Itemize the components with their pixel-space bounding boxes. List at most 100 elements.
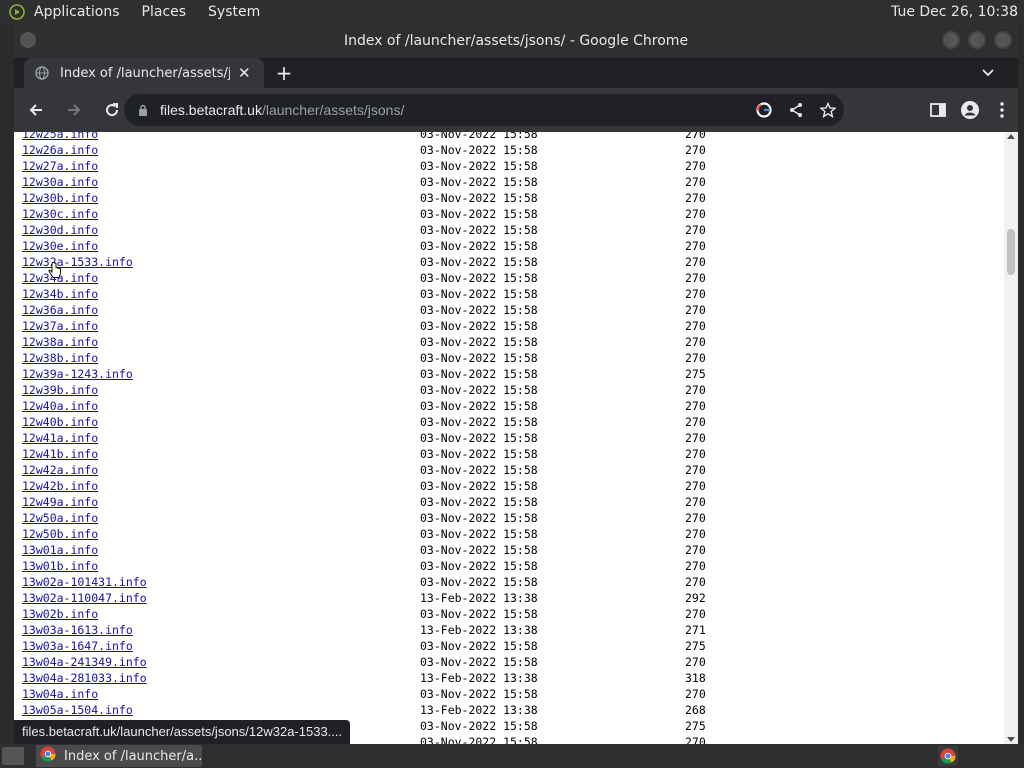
file-date: 03-Nov-2022 15:58 [420,159,538,173]
file-link[interactable]: 12w30c.info [22,206,98,222]
listing-row: 12w34a.info 03-Nov-2022 15:58 270 [22,270,1002,286]
file-link[interactable]: 12w40a.info [22,398,98,414]
file-link[interactable]: 12w30b.info [22,190,98,206]
listing-row: 12w38b.info 03-Nov-2022 15:58 270 [22,350,1002,366]
file-link[interactable]: 13w03a-1613.info [22,622,133,638]
listing-row: 12w27a.info 03-Nov-2022 15:58 270 [22,158,1002,174]
menu-places[interactable]: Places [142,4,187,20]
panel-clock[interactable]: Tue Dec 26, 10:38 [891,4,1018,20]
listing-row: 12w25a.info 03-Nov-2022 15:58 270 [22,132,1002,142]
minimize-icon[interactable] [942,31,960,49]
lock-icon[interactable] [136,103,150,117]
file-link[interactable]: 12w27a.info [22,158,98,174]
side-panel-icon[interactable] [928,98,948,122]
scroll-up-icon[interactable] [1007,134,1015,139]
scrollbar-thumb[interactable] [1007,229,1015,275]
file-link[interactable]: 13w01a.info [22,542,98,558]
file-link[interactable]: 12w41b.info [22,446,98,462]
file-link[interactable]: 12w26a.info [22,142,98,158]
tray-chrome-icon[interactable] [938,746,958,766]
forward-arrow-icon[interactable] [58,94,90,126]
file-link[interactable]: 12w38b.info [22,350,98,366]
chevron-down-icon[interactable] [978,64,998,82]
file-size: 270 [685,575,706,589]
file-link[interactable]: 12w50a.info [22,510,98,526]
window-controls [942,31,1012,49]
file-size: 270 [685,271,706,285]
window-title-bar[interactable]: Index of /launcher/assets/jsons/ - Googl… [14,24,1018,58]
file-link[interactable]: 12w42b.info [22,478,98,494]
file-link[interactable]: 12w39b.info [22,382,98,398]
address-bar[interactable]: files.betacraft.uk/launcher/assets/jsons… [124,94,844,126]
omnibox-actions [754,100,838,120]
bookmark-star-icon[interactable] [818,100,838,120]
file-link[interactable]: 12w49a.info [22,494,98,510]
menu-applications[interactable]: Applications [34,4,120,20]
taskbar-chrome-window[interactable]: Index of /launcher/a... [36,745,202,767]
google-lens-icon[interactable] [754,100,774,120]
file-link[interactable]: 13w04a-281033.info [22,670,147,686]
file-link[interactable]: 13w04a-241349.info [22,654,147,670]
new-tab-icon[interactable]: + [274,63,294,83]
file-link[interactable]: 13w05a-1504.info [22,702,133,718]
listing-row: 12w36a.info 03-Nov-2022 15:58 270 [22,302,1002,318]
file-link[interactable]: 12w37a.info [22,318,98,334]
file-link[interactable]: 12w42a.info [22,462,98,478]
file-size: 270 [685,607,706,621]
file-link[interactable]: 12w41a.info [22,430,98,446]
file-link[interactable]: 13w02b.info [22,606,98,622]
file-link[interactable]: 12w38a.info [22,334,98,350]
show-desktop-icon[interactable] [2,747,24,765]
close-window-icon[interactable] [994,31,1012,49]
file-size: 318 [685,671,706,685]
menu-system[interactable]: System [208,4,260,20]
file-date: 03-Nov-2022 15:58 [420,719,538,733]
file-link[interactable]: 12w50b.info [22,526,98,542]
file-link[interactable]: 13w03a-1647.info [22,638,133,654]
share-icon[interactable] [786,100,806,120]
file-size: 268 [685,703,706,717]
profile-avatar-icon[interactable] [960,98,980,122]
tab-index-jsons[interactable]: Index of /launcher/assets/json ✕ [24,58,264,88]
listing-row: 12w38a.info 03-Nov-2022 15:58 270 [22,334,1002,350]
file-date: 03-Nov-2022 15:58 [420,207,538,221]
tab-title: Index of /launcher/assets/json [60,65,230,81]
file-link[interactable]: 12w30d.info [22,222,98,238]
file-link[interactable]: 12w30a.info [22,174,98,190]
file-date: 03-Nov-2022 15:58 [420,351,538,365]
vertical-scrollbar[interactable] [1004,132,1018,744]
file-date: 13-Feb-2022 13:38 [420,671,538,685]
scroll-down-icon[interactable] [1007,737,1015,742]
file-link[interactable]: 13w04a.info [22,686,98,702]
window-menu-icon[interactable] [20,32,36,48]
maximize-icon[interactable] [968,31,986,49]
file-link[interactable]: 13w02a-101431.info [22,574,147,590]
file-link[interactable]: 12w34b.info [22,286,98,302]
file-size: 270 [685,527,706,541]
file-link[interactable]: 12w36a.info [22,302,98,318]
listing-row: 12w49a.info 03-Nov-2022 15:58 270 [22,494,1002,510]
file-date: 03-Nov-2022 15:58 [420,143,538,157]
file-size: 270 [685,175,706,189]
file-link[interactable]: 12w25a.info [22,132,98,142]
file-link[interactable]: 13w01b.info [22,558,98,574]
bottom-taskbar: Index of /launcher/a... [0,744,1024,768]
file-link[interactable]: 12w32a-1533.info [22,254,133,270]
chrome-window: Index of /launcher/assets/jsons/ - Googl… [14,24,1018,744]
file-size: 270 [685,351,706,365]
more-options-icon[interactable] [992,98,1012,122]
file-link[interactable]: 12w39a-1243.info [22,366,133,382]
file-size: 270 [685,655,706,669]
listing-row: 13w01a.info 03-Nov-2022 15:58 270 [22,542,1002,558]
close-tab-icon[interactable]: ✕ [238,64,251,82]
back-arrow-icon[interactable] [20,94,52,126]
file-link[interactable]: 13w02a-110047.info [22,590,147,606]
file-link[interactable]: 12w30e.info [22,238,98,254]
browser-toolbar: files.betacraft.uk/launcher/assets/jsons… [14,88,1018,132]
listing-row: 12w39b.info 03-Nov-2022 15:58 270 [22,382,1002,398]
desktop-logo-icon[interactable] [6,1,28,23]
file-size: 270 [685,479,706,493]
file-link[interactable]: 12w40b.info [22,414,98,430]
file-date: 03-Nov-2022 15:58 [420,255,538,269]
file-date: 03-Nov-2022 15:58 [420,191,538,205]
